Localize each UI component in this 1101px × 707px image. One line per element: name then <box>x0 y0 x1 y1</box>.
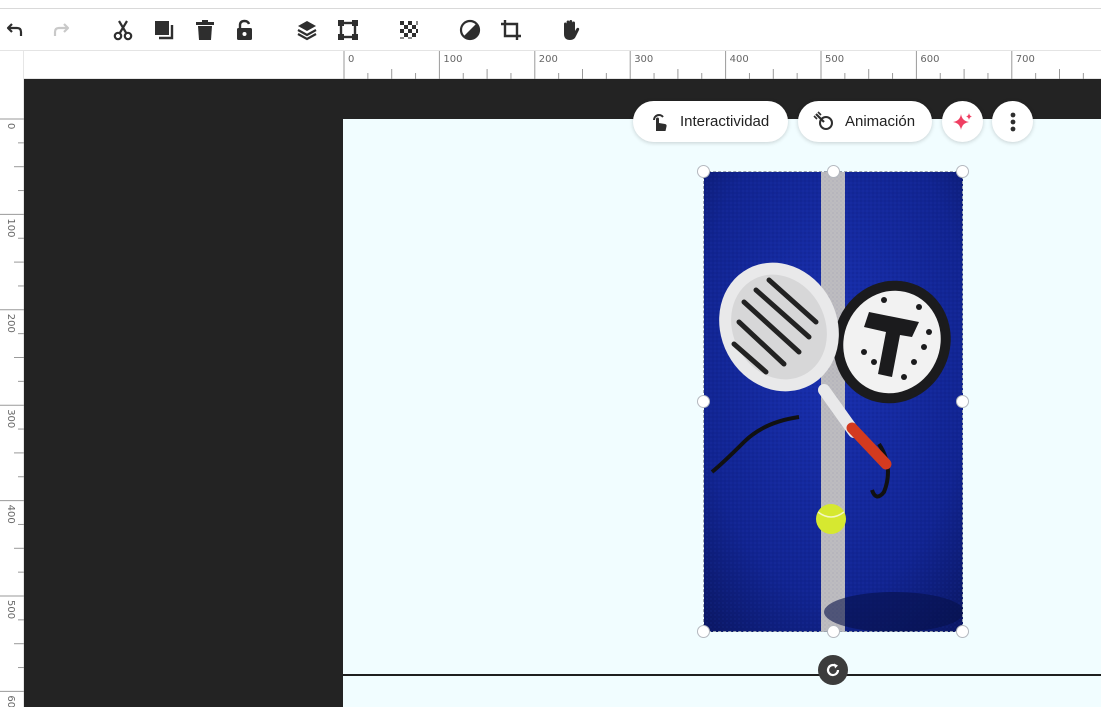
ruler-label: 200 <box>539 54 558 65</box>
filter-icon[interactable] <box>457 17 483 43</box>
vertical-ruler[interactable]: 0 100 200 300 400 500 600 <box>0 51 24 707</box>
ruler-label: 700 <box>1016 54 1035 65</box>
animation-button[interactable]: Animación <box>798 101 932 142</box>
duplicate-icon[interactable] <box>151 17 177 43</box>
ruler-label: 500 <box>825 54 844 65</box>
editor-root: 0 100 200 300 400 500 600 700 0 100 200 300 400 500 6… <box>0 0 1101 707</box>
more-vertical-icon <box>1010 112 1015 131</box>
ruler-label: 300 <box>634 54 653 65</box>
ruler-label: 600 <box>920 54 939 65</box>
ruler-label: 400 <box>730 54 749 65</box>
delete-icon[interactable] <box>192 17 218 43</box>
interactivity-label: Interactividad <box>680 113 770 130</box>
ruler-label: 300 <box>5 409 16 428</box>
more-options-button[interactable] <box>992 101 1033 142</box>
crop-icon[interactable] <box>498 17 524 43</box>
ruler-label: 100 <box>443 54 462 65</box>
animation-icon <box>812 110 836 134</box>
cut-icon[interactable] <box>110 17 136 43</box>
ruler-label: 500 <box>5 600 16 619</box>
horizontal-ruler[interactable]: 0 100 200 300 400 500 600 700 <box>24 51 1101 79</box>
animation-label: Animación <box>845 113 916 130</box>
undo-icon[interactable] <box>3 17 29 43</box>
rotate-button[interactable] <box>818 655 848 685</box>
interactivity-button[interactable]: Interactividad <box>633 101 788 142</box>
unlock-icon[interactable] <box>232 17 258 43</box>
align-frame-icon[interactable] <box>335 17 361 43</box>
layers-icon[interactable] <box>294 17 320 43</box>
rotate-icon <box>826 663 840 677</box>
ruler-label: 0 <box>5 123 16 129</box>
touch-icon <box>647 110 671 134</box>
resize-handle-bottom-right[interactable] <box>956 625 969 638</box>
resize-handle-left[interactable] <box>697 395 710 408</box>
ruler-label: 600 <box>5 695 16 707</box>
sparkle-icon <box>952 112 972 130</box>
vertical-ruler-ticks: 0 100 200 300 400 500 600 <box>0 118 24 707</box>
ruler-label: 100 <box>5 218 16 237</box>
canvas-guide-line <box>343 674 1101 676</box>
resize-handle-right[interactable] <box>956 395 969 408</box>
resize-handle-bottom-left[interactable] <box>697 625 710 638</box>
resize-handle-top-right[interactable] <box>956 165 969 178</box>
ai-magic-button[interactable] <box>942 101 983 142</box>
resize-handle-bottom[interactable] <box>827 625 840 638</box>
padel-rackets-photo[interactable] <box>704 172 963 632</box>
ruler-label: 400 <box>5 505 16 524</box>
ruler-label: 0 <box>348 54 354 65</box>
ruler-label: 200 <box>5 314 16 333</box>
resize-handle-top-left[interactable] <box>697 165 710 178</box>
horizontal-ruler-ticks: 0 100 200 300 400 500 600 700 <box>343 51 1084 79</box>
transparency-icon[interactable] <box>396 17 422 43</box>
hand-icon[interactable] <box>558 17 584 43</box>
toolbar <box>0 9 1101 51</box>
redo-icon[interactable] <box>47 17 73 43</box>
resize-handle-top[interactable] <box>827 165 840 178</box>
